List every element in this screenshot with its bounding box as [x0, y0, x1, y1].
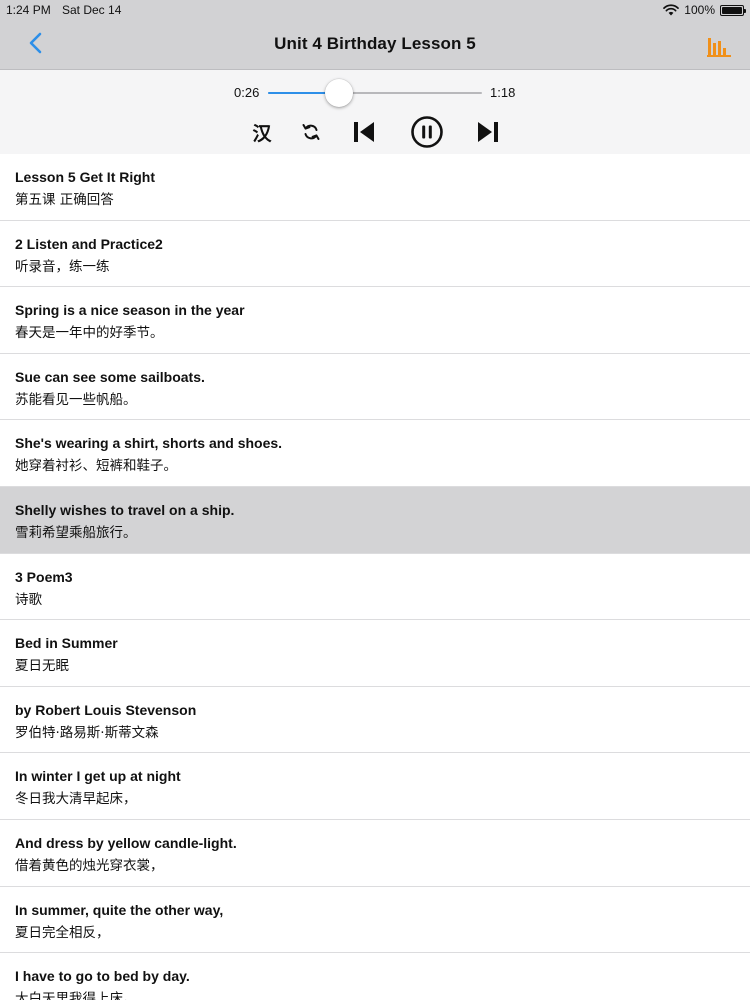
- sentence-chinese: 借着黄色的烛光穿衣裳，: [15, 857, 164, 874]
- sentence-chinese: 她穿着衬衫、短裤和鞋子。: [15, 458, 177, 475]
- list-item[interactable]: In winter I get up at night 冬日我大清早起床，: [0, 753, 750, 820]
- sentence-english: Lesson 5 Get It Right: [15, 169, 156, 185]
- sentence-english: by Robert Louis Stevenson: [15, 701, 197, 718]
- sentence-chinese: 雪莉希望乘船旅行。: [15, 524, 137, 541]
- repeat-icon: [302, 124, 320, 140]
- sentence-chinese: 夏日完全相反，: [15, 924, 110, 941]
- sentence-english: 3 Poem3: [15, 568, 73, 585]
- sentence-chinese: 罗伯特·路易斯·斯蒂文森: [15, 724, 159, 741]
- status-date: Sat Dec 14: [62, 3, 122, 17]
- list-item[interactable]: by Robert Louis Stevenson 罗伯特·路易斯·斯蒂文森: [0, 686, 750, 754]
- list-item[interactable]: 3 Poem3 诗歌: [0, 553, 750, 621]
- sentence-chinese: 第五课 正确回答: [15, 192, 114, 208]
- total-time: 1:18: [490, 85, 516, 100]
- list-item[interactable]: Lesson 5 Get It Right 第五课 正确回答: [0, 154, 750, 221]
- header: 1:24 PM Sat Dec 14 100% Unit 4 Birthday …: [0, 0, 750, 70]
- slider-thumb[interactable]: [325, 79, 354, 107]
- sentence-english: I have to go to bed by day.: [15, 968, 190, 985]
- skip-back-icon: [354, 122, 374, 142]
- list-item[interactable]: She's wearing a shirt, shorts and shoes.…: [0, 420, 750, 487]
- sentence-english: She's wearing a shirt, shorts and shoes.: [15, 435, 283, 452]
- chinese-toggle-label: 汉: [252, 123, 272, 145]
- next-button[interactable]: [475, 118, 501, 146]
- sentence-chinese: 大白天里我得上床。: [15, 991, 137, 1000]
- sentence-chinese: 夏日无眠: [15, 658, 69, 675]
- pause-button[interactable]: [410, 115, 444, 149]
- sentence-english: 2 Listen and Practice2: [15, 235, 163, 252]
- status-right: 100%: [663, 3, 746, 17]
- sentence-chinese: 听录音，练一练: [15, 258, 110, 275]
- sentence-chinese: 冬日我大清早起床，: [15, 791, 137, 808]
- list-item[interactable]: In summer, quite the other way, 夏日完全相反，: [0, 886, 750, 954]
- list-item[interactable]: Sue can see some sailboats. 苏能看见一些帆船。: [0, 353, 750, 421]
- sentence-english: Bed in Summer: [15, 635, 118, 652]
- sentence-english: Sue can see some sailboats.: [15, 368, 205, 385]
- list-item[interactable]: Shelly wishes to travel on a ship. 雪莉希望乘船…: [0, 486, 750, 554]
- sentence-chinese: 诗歌: [15, 591, 42, 608]
- sentence-english: Spring is a nice season in the year: [15, 302, 245, 319]
- battery-icon: [720, 4, 746, 16]
- previous-button[interactable]: [351, 118, 377, 146]
- status-bar: 1:24 PM Sat Dec 14 100%: [0, 0, 750, 20]
- list-item[interactable]: Bed in Summer 夏日无眠: [0, 620, 750, 687]
- sentence-chinese: 苏能看见一些帆船。: [15, 391, 137, 408]
- sentence-chinese: 春天是一年中的好季节。: [15, 325, 164, 342]
- status-time: 1:24 PM: [6, 3, 51, 17]
- list-item[interactable]: And dress by yellow candle-light. 借着黄色的烛光…: [0, 819, 750, 887]
- pause-icon: [411, 116, 443, 148]
- sentence-english: In summer, quite the other way,: [15, 901, 224, 918]
- list-item[interactable]: 2 Listen and Practice2 听录音，练一练: [0, 220, 750, 288]
- page-title: Unit 4 Birthday Lesson 5: [274, 34, 476, 53]
- bar-chart-icon[interactable]: [706, 34, 732, 58]
- sentence-english: And dress by yellow candle-light.: [15, 834, 237, 851]
- list-item[interactable]: Spring is a nice season in the year 春天是一年…: [0, 287, 750, 354]
- current-time: 0:26: [234, 85, 260, 100]
- lesson-list: Lesson 5 Get It Right 第五课 正确回答 2 Listen an…: [0, 154, 750, 1000]
- audio-player: 0:26 1:18 汉: [0, 70, 750, 154]
- repeat-button[interactable]: [299, 118, 323, 146]
- sentence-english: In winter I get up at night: [15, 768, 181, 785]
- sentence-english: Shelly wishes to travel on a ship.: [15, 501, 235, 518]
- chinese-toggle-button[interactable]: 汉: [250, 118, 274, 146]
- progress-slider[interactable]: [268, 79, 482, 107]
- skip-forward-icon: [478, 122, 498, 142]
- list-item[interactable]: I have to go to bed by day. 大白天里我得上床。: [0, 953, 750, 1000]
- wifi-icon: [663, 4, 680, 16]
- battery-percent: 100%: [684, 3, 715, 17]
